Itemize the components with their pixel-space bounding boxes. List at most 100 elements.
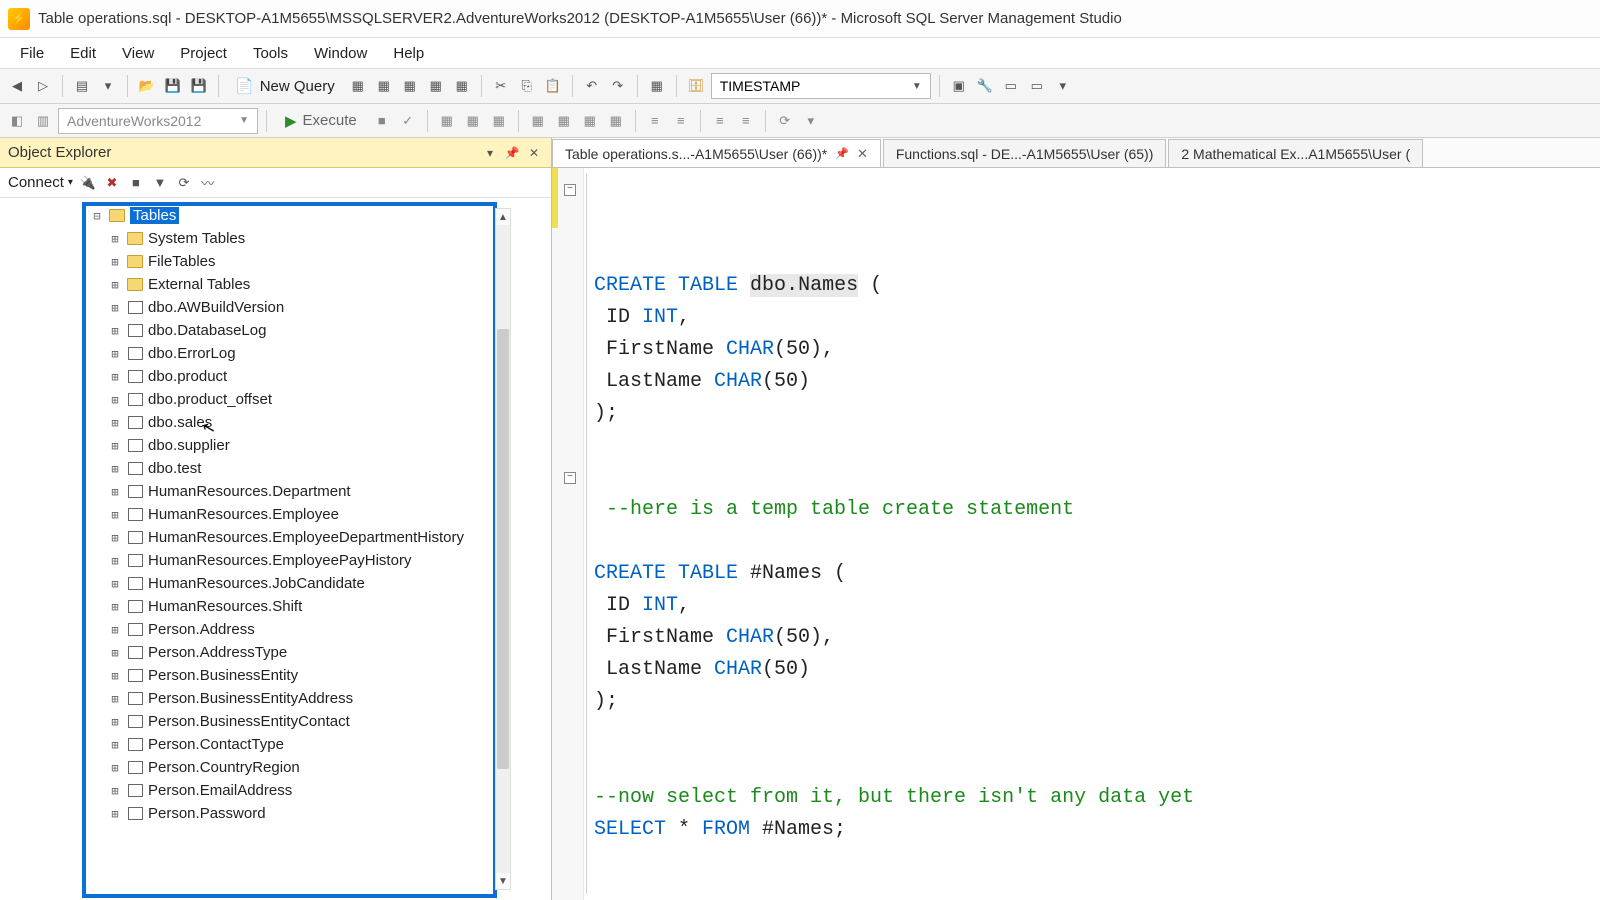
- expand-icon[interactable]: ⊞: [108, 278, 122, 292]
- open-file-icon[interactable]: 📂: [136, 75, 158, 97]
- panel-dropdown-icon[interactable]: ▾: [481, 144, 499, 162]
- menu-project[interactable]: Project: [168, 41, 239, 66]
- expand-icon[interactable]: ⊞: [108, 807, 122, 821]
- menu-edit[interactable]: Edit: [58, 41, 108, 66]
- tree-item[interactable]: ⊞HumanResources.Shift: [84, 595, 539, 618]
- tree-item[interactable]: ⊞Person.BusinessEntity: [84, 664, 539, 687]
- expand-icon[interactable]: ⊞: [108, 508, 122, 522]
- tree-item[interactable]: ⊞Person.Address: [84, 618, 539, 641]
- dropdown-icon[interactable]: ▾: [97, 75, 119, 97]
- back-icon[interactable]: ◀: [6, 75, 28, 97]
- scrollbar-vertical[interactable]: ▲ ▼: [495, 208, 511, 890]
- paste-icon[interactable]: 📋: [542, 75, 564, 97]
- collapse-icon[interactable]: ⊟: [90, 209, 104, 223]
- query-icon-2[interactable]: ▦: [373, 75, 395, 97]
- editor-tab[interactable]: Table operations.s...-A1M5655\User (66))…: [552, 139, 881, 167]
- query-icon-5[interactable]: ▦: [451, 75, 473, 97]
- tree-item[interactable]: ⊟Tables: [84, 204, 539, 227]
- expand-icon[interactable]: ⊞: [108, 692, 122, 706]
- expand-icon[interactable]: ⊞: [108, 738, 122, 752]
- fold-icon[interactable]: −: [564, 472, 576, 484]
- redo-icon[interactable]: ↷: [607, 75, 629, 97]
- pin-icon[interactable]: 📌: [503, 144, 521, 162]
- grid-icon[interactable]: ▦: [646, 75, 668, 97]
- close-icon[interactable]: ✕: [857, 146, 868, 162]
- editor-tab[interactable]: Functions.sql - DE...-A1M5655\User (65)): [883, 139, 1167, 167]
- cut-icon[interactable]: ✂: [490, 75, 512, 97]
- tool-icon-2[interactable]: ▭: [1000, 75, 1022, 97]
- query-icon-1[interactable]: ▦: [347, 75, 369, 97]
- expand-icon[interactable]: ⊞: [108, 439, 122, 453]
- tree-item[interactable]: ⊞Person.AddressType: [84, 641, 539, 664]
- code-body[interactable]: CREATE TABLE dbo.Names ( ID INT, FirstNa…: [584, 168, 1600, 900]
- tree-item[interactable]: ⊞dbo.ErrorLog: [84, 342, 539, 365]
- expand-icon[interactable]: ⊞: [108, 416, 122, 430]
- tree-item[interactable]: ⊞Person.BusinessEntityAddress: [84, 687, 539, 710]
- tree-item[interactable]: ⊞HumanResources.EmployeePayHistory: [84, 549, 539, 572]
- connect-icon[interactable]: 🔌: [79, 174, 97, 192]
- disconnect-icon[interactable]: ✖: [103, 174, 121, 192]
- copy-icon[interactable]: ⎘: [516, 75, 538, 97]
- menu-view[interactable]: View: [110, 41, 166, 66]
- tree-item[interactable]: ⊞Person.EmailAddress: [84, 779, 539, 802]
- db-icon[interactable]: 🗄: [685, 75, 707, 97]
- fold-icon[interactable]: −: [564, 184, 576, 196]
- tree-item[interactable]: ⊞dbo.AWBuildVersion: [84, 296, 539, 319]
- scroll-thumb[interactable]: [497, 329, 509, 769]
- expand-icon[interactable]: ⊞: [108, 600, 122, 614]
- code-editor[interactable]: − − CREATE TABLE dbo.Names ( ID INT, Firs…: [552, 168, 1600, 900]
- menu-help[interactable]: Help: [381, 41, 436, 66]
- scroll-down-icon[interactable]: ▼: [496, 873, 510, 889]
- menu-window[interactable]: Window: [302, 41, 379, 66]
- menu-file[interactable]: File: [8, 41, 56, 66]
- tree-item[interactable]: ⊞dbo.product_offset: [84, 388, 539, 411]
- tree-item[interactable]: ⊞HumanResources.Department: [84, 480, 539, 503]
- tree-item[interactable]: ⊞Person.CountryRegion: [84, 756, 539, 779]
- stop-icon-2[interactable]: ■: [127, 174, 145, 192]
- tree-item[interactable]: ⊞External Tables: [84, 273, 539, 296]
- tree-item[interactable]: ⊞dbo.supplier: [84, 434, 539, 457]
- tree-item[interactable]: ⊞Person.ContactType: [84, 733, 539, 756]
- expand-icon[interactable]: ⊞: [108, 301, 122, 315]
- expand-icon[interactable]: ⊞: [108, 462, 122, 476]
- pin-icon[interactable]: 📌: [835, 147, 849, 160]
- undo-icon[interactable]: ↶: [581, 75, 603, 97]
- refresh-icon[interactable]: ⟳: [175, 174, 193, 192]
- expand-icon[interactable]: ⊞: [108, 646, 122, 660]
- editor-tab[interactable]: 2 Mathematical Ex...A1M5655\User (: [1168, 139, 1423, 167]
- expand-icon[interactable]: ⊞: [108, 255, 122, 269]
- expand-icon[interactable]: ⊞: [108, 623, 122, 637]
- expand-icon[interactable]: ⊞: [108, 784, 122, 798]
- filter-icon[interactable]: ▼: [151, 174, 169, 192]
- expand-icon[interactable]: ⊞: [108, 531, 122, 545]
- expand-icon[interactable]: ⊞: [108, 715, 122, 729]
- expand-icon[interactable]: ⊞: [108, 324, 122, 338]
- query-icon-4[interactable]: ▦: [425, 75, 447, 97]
- tree-item[interactable]: ⊞HumanResources.JobCandidate: [84, 572, 539, 595]
- menu-tools[interactable]: Tools: [241, 41, 300, 66]
- expand-icon[interactable]: ⊞: [108, 393, 122, 407]
- tool-icon-1[interactable]: ▣: [948, 75, 970, 97]
- save-all-icon[interactable]: 💾: [188, 75, 210, 97]
- new-project-icon[interactable]: ▤: [71, 75, 93, 97]
- tree-item[interactable]: ⊞Person.BusinessEntityContact: [84, 710, 539, 733]
- tree-item[interactable]: ⊞FileTables: [84, 250, 539, 273]
- tree-item[interactable]: ⊞dbo.product: [84, 365, 539, 388]
- tb2-overflow-icon[interactable]: ▾: [800, 110, 822, 132]
- tree-item[interactable]: ⊞dbo.DatabaseLog: [84, 319, 539, 342]
- overflow-icon[interactable]: ▾: [1052, 75, 1074, 97]
- query-icon-3[interactable]: ▦: [399, 75, 421, 97]
- connect-button[interactable]: Connect ▾: [8, 174, 73, 191]
- expand-icon[interactable]: ⊞: [108, 485, 122, 499]
- expand-icon[interactable]: ⊞: [108, 554, 122, 568]
- wrench-icon[interactable]: 🔧: [974, 75, 996, 97]
- new-query-button[interactable]: 📄 New Query: [227, 74, 343, 98]
- save-icon[interactable]: 💾: [162, 75, 184, 97]
- tree-item[interactable]: ⊞dbo.test: [84, 457, 539, 480]
- tool-icon-3[interactable]: ▭: [1026, 75, 1048, 97]
- tree-item[interactable]: ⊞Person.Password: [84, 802, 539, 825]
- tree-item[interactable]: ⊞HumanResources.Employee: [84, 503, 539, 526]
- expand-icon[interactable]: ⊞: [108, 370, 122, 384]
- expand-icon[interactable]: ⊞: [108, 347, 122, 361]
- expand-icon[interactable]: ⊞: [108, 232, 122, 246]
